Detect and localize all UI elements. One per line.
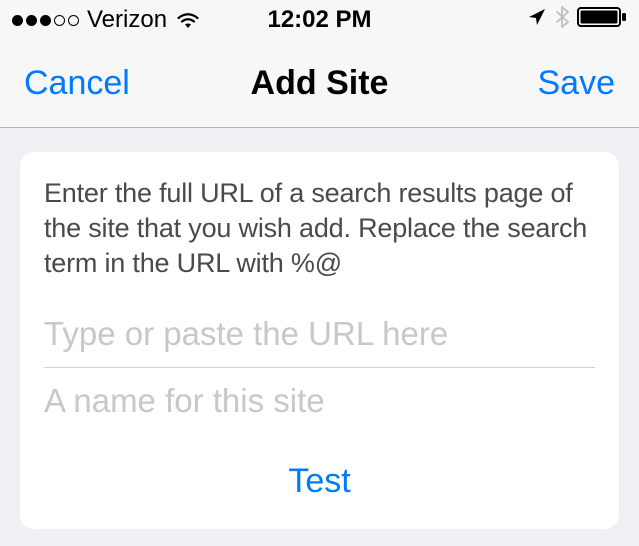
status-left: Verizon xyxy=(12,6,201,34)
carrier-label: Verizon xyxy=(87,6,167,34)
content-area: Enter the full URL of a search results p… xyxy=(0,128,639,546)
nav-bar: Cancel Add Site Save xyxy=(0,40,639,128)
status-bar: Verizon 12:02 PM xyxy=(0,0,639,40)
signal-strength-icon xyxy=(12,15,79,26)
status-right xyxy=(527,5,627,36)
bluetooth-icon xyxy=(555,5,569,36)
cancel-button[interactable]: Cancel xyxy=(24,64,130,103)
test-button[interactable]: Test xyxy=(44,448,595,519)
add-site-card: Enter the full URL of a search results p… xyxy=(20,152,619,529)
battery-icon xyxy=(577,6,627,35)
location-icon xyxy=(527,6,547,34)
status-time: 12:02 PM xyxy=(267,6,371,34)
wifi-icon xyxy=(175,10,201,30)
save-button[interactable]: Save xyxy=(538,64,616,103)
page-title: Add Site xyxy=(251,64,389,103)
url-input[interactable] xyxy=(44,307,595,368)
site-name-input[interactable] xyxy=(44,374,595,434)
instructions-text: Enter the full URL of a search results p… xyxy=(44,176,595,281)
